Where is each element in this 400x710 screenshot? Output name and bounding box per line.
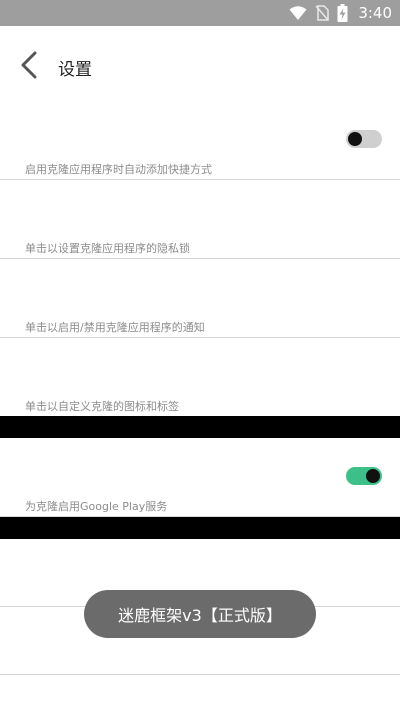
battery-charging-icon [337,4,348,22]
back-button[interactable] [12,48,46,82]
no-sim-icon [315,5,330,21]
google-play-toggle[interactable] [346,467,382,485]
setting-subtitle: 单击以设置克隆应用程序的隐私锁 [25,242,190,255]
setting-subtitle: 启用克隆应用程序时自动添加快捷方式 [25,163,212,176]
setting-subtitle: 为克隆启用Google Play服务 [25,500,168,513]
status-time: 3:40 [358,4,392,22]
setting-row-customize-icon[interactable]: 单击以自定义克隆的图标和标签 [0,338,400,416]
setting-row-google-play[interactable]: 为克隆启用Google Play服务 [0,438,400,517]
section-divider [0,517,400,539]
page-title: 设置 [58,60,92,80]
setting-row-notifications[interactable]: 单击以启用/禁用克隆应用程序的通知 [0,259,400,338]
wifi-icon [289,6,307,20]
auto-shortcut-toggle[interactable] [346,130,382,148]
setting-subtitle: 单击以启用/禁用克隆应用程序的通知 [25,321,205,334]
toolbar: 设置 [0,26,400,106]
toggle-knob [366,469,380,483]
status-bar: 3:40 [0,0,400,26]
toast-message: 迷鹿框架v3【正式版】 [84,590,316,638]
status-icons: 3:40 [289,4,392,22]
setting-row-auto-shortcut[interactable]: 启用克隆应用程序时自动添加快捷方式 [0,106,400,180]
section-divider [0,416,400,438]
setting-row-privacy-lock[interactable]: 单击以设置克隆应用程序的隐私锁 [0,180,400,259]
setting-subtitle: 单击以自定义克隆的图标和标签 [25,400,179,413]
toggle-knob [348,132,362,146]
chevron-left-icon [21,51,37,79]
